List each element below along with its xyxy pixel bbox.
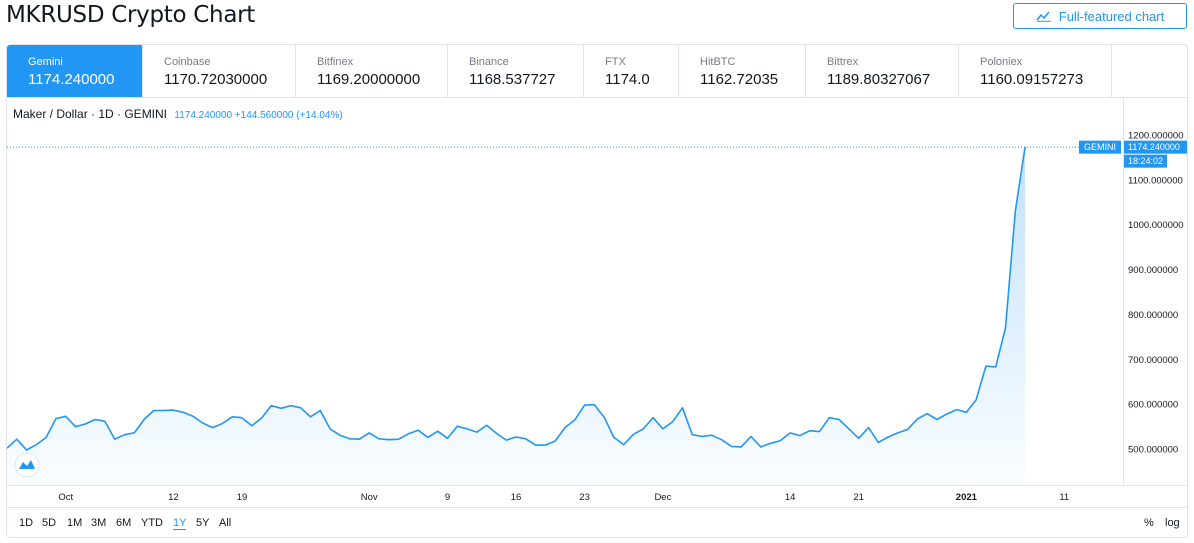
y-tick-label: 500.000000 — [1128, 445, 1178, 456]
x-tick-label: 9 — [445, 492, 450, 503]
range-bar: 1D 5D 1M 3M 6M YTD 1Y 5Y All % log — [7, 509, 1187, 537]
log-scale-toggle[interactable]: log — [1165, 517, 1180, 529]
range-6m[interactable]: 6M — [116, 517, 131, 529]
range-1d[interactable]: 1D — [19, 517, 33, 529]
x-tick-label: 14 — [785, 492, 796, 503]
price-line — [7, 146, 1026, 451]
range-1y[interactable]: 1Y — [173, 517, 187, 530]
percent-scale-toggle[interactable]: % — [1144, 517, 1154, 529]
range-5y[interactable]: 5Y — [196, 517, 209, 529]
range-5d[interactable]: 5D — [42, 517, 56, 529]
y-tick-label: 1200.000000 — [1128, 131, 1183, 142]
y-tick-label: 700.000000 — [1128, 355, 1178, 366]
page-title: MKRUSD Crypto Chart — [6, 2, 255, 28]
y-tick-label: 900.000000 — [1128, 265, 1178, 276]
full-featured-chart-label: Full-featured chart — [1058, 8, 1165, 24]
x-tick-label: 11 — [1059, 492, 1069, 503]
y-tick-label: 1000.000000 — [1128, 220, 1183, 231]
y-tick-label: 600.000000 — [1128, 400, 1178, 411]
range-1m[interactable]: 1M — [67, 517, 82, 529]
range-all[interactable]: All — [219, 517, 231, 529]
chart-line-icon — [1036, 11, 1051, 22]
x-tick-label: 2021 — [956, 492, 978, 503]
y-tick-label: 1100.000000 — [1128, 175, 1183, 186]
last-price-tag-text: 1174.240000 — [1128, 142, 1180, 152]
x-tick-label: 12 — [168, 492, 179, 503]
x-tick-label: Nov — [361, 492, 378, 503]
full-featured-chart-button[interactable]: Full-featured chart — [1013, 3, 1187, 29]
x-tick-label: 16 — [511, 492, 522, 503]
x-tick-label: Oct — [58, 492, 73, 503]
range-3m[interactable]: 3M — [91, 517, 106, 529]
x-tick-label: 23 — [579, 492, 590, 503]
countdown-tag-text: 18:24:02 — [1128, 156, 1163, 166]
y-tick-label: 800.000000 — [1128, 310, 1178, 321]
tradingview-logo-icon[interactable] — [14, 452, 40, 478]
chart-widget: Gemini 1174.240000 Coinbase 1170.7203000… — [6, 44, 1188, 538]
x-tick-label: 19 — [237, 492, 248, 503]
x-tick-label: Dec — [654, 492, 671, 503]
price-chart[interactable]: 1200.000000 1100.000000 1000.000000 900.000… — [7, 45, 1187, 509]
x-tick-label: 21 — [853, 492, 864, 503]
exchange-tag-text: GEMINI — [1084, 142, 1116, 152]
range-ytd[interactable]: YTD — [141, 517, 163, 529]
